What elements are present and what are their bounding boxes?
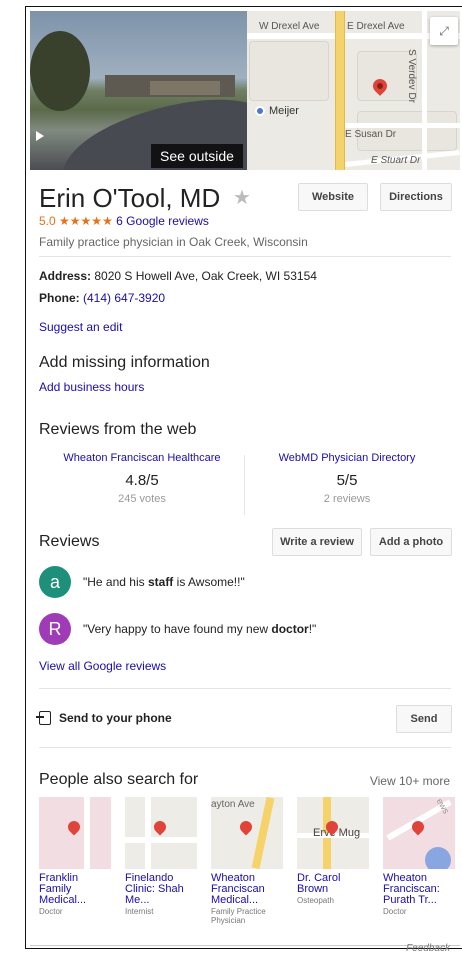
related-place-map: Erve Mug (297, 797, 369, 869)
web-reviews-title: Reviews from the web (39, 421, 197, 438)
meijer-place-icon (255, 106, 265, 116)
tree (30, 31, 90, 111)
knowledge-panel: See outside W Drexel Ave E Drexel Ave S … (25, 6, 462, 949)
directions-button[interactable]: Directions (380, 183, 452, 211)
missing-info-title: Add missing information (39, 354, 210, 371)
phone-link[interactable]: (414) 647-3920 (83, 291, 165, 305)
related-place-type: Doctor (383, 907, 407, 916)
related-place-name: Wheaton Franciscan: Purath Tr... (383, 872, 440, 906)
related-place-tile[interactable]: ews Wheaton Franciscan: Purath Tr... Docto… (383, 797, 455, 916)
avatar: R (39, 613, 71, 645)
related-place-name: Finelando Clinic: Shah Me... (125, 872, 184, 906)
map-label-verdev: S Verdev Dr (406, 49, 417, 103)
web-review-score: 5/5 (336, 472, 358, 489)
add-photo-button[interactable]: Add a photo (370, 528, 452, 556)
see-outside-button[interactable]: See outside (151, 144, 243, 168)
rating-line: 5.0 ★★★★★ 6 Google reviews (39, 214, 209, 228)
map-label: ayton Ave (211, 799, 255, 810)
address-row: Address: 8020 S Howell Ave, Oak Creek, W… (39, 269, 317, 283)
view-more-link[interactable]: View 10+ more (370, 774, 450, 788)
related-place-name: Franklin Family Medical... (39, 872, 87, 906)
view-all-reviews-link[interactable]: View all Google reviews (39, 659, 166, 673)
location-pin-icon (65, 818, 83, 836)
related-place-tile[interactable]: Erve Mug Dr. Carol Brown Osteopath (297, 797, 369, 905)
review-quote: "He and his staff is Awsome!!" (83, 575, 245, 589)
divider (39, 256, 451, 257)
people-also-search-title: People also search for (39, 771, 199, 788)
related-place-type: Family Practice Physician (211, 907, 266, 925)
map-thumbnail[interactable]: W Drexel Ave E Drexel Ave S Verdev Dr Me… (247, 11, 460, 170)
related-place-map: ews (383, 797, 455, 869)
hero: See outside W Drexel Ave E Drexel Ave S … (30, 11, 460, 170)
send-to-phone-label: Send to your phone (59, 711, 172, 725)
play-icon (36, 131, 44, 141)
web-review-source: WebMD Physician Directory 5/5 2 reviews (247, 452, 447, 505)
web-review-source-name[interactable]: Wheaton Franciscan Healthcare (42, 452, 242, 464)
related-place-type: Osteopath (297, 896, 334, 905)
related-place-type: Internist (125, 907, 154, 916)
feedback-link[interactable]: Feedback (406, 943, 450, 954)
map-block (249, 41, 329, 101)
website-button[interactable]: Website (298, 183, 368, 211)
phone-label: Phone: (39, 291, 80, 305)
related-place-map: ayton Ave (211, 797, 283, 869)
web-review-source-name[interactable]: WebMD Physician Directory (247, 452, 447, 464)
related-place-name: Wheaton Franciscan Medical... (211, 872, 265, 906)
map-water (425, 847, 451, 869)
web-review-score: 4.8/5 (125, 472, 159, 489)
map-label-meijer: Meijer (269, 105, 299, 117)
location-pin-icon (237, 818, 255, 836)
map-label-susan: E Susan Dr (345, 129, 397, 140)
web-review-count: 245 votes (118, 493, 166, 505)
web-review-count: 2 reviews (323, 493, 371, 505)
send-button[interactable]: Send (396, 705, 452, 733)
location-pin-icon (151, 818, 169, 836)
related-place-tile[interactable]: ayton Ave Wheaton Franciscan Medical... Fa… (211, 797, 283, 925)
map-road (247, 33, 460, 39)
divider (39, 747, 451, 748)
write-review-button[interactable]: Write a review (272, 528, 362, 556)
business-category: Family practice physician in Oak Creek, … (39, 235, 308, 249)
rating-stars-icon: ★★★★★ (59, 214, 113, 228)
street-view-photo[interactable]: See outside (30, 11, 247, 170)
review-quote: "Very happy to have found my new doctor!… (83, 622, 317, 636)
address-value: 8020 S Howell Ave, Oak Creek, WI 53154 (94, 269, 317, 283)
rating-value: 5.0 (39, 214, 56, 228)
address-label: Address: (39, 269, 92, 283)
suggest-edit-link[interactable]: Suggest an edit (39, 320, 122, 334)
related-place-map (125, 797, 197, 869)
map-road (422, 11, 427, 170)
building-roof (150, 81, 220, 95)
column-divider (244, 455, 245, 515)
related-place-tile[interactable]: Franklin Family Medical... Doctor (39, 797, 111, 916)
reviews-title: Reviews (39, 533, 100, 550)
related-place-map (39, 797, 111, 869)
highway (335, 11, 345, 170)
web-review-source: Wheaton Franciscan Healthcare 4.8/5 245 … (42, 452, 242, 505)
divider (30, 945, 460, 946)
avatar: a (39, 566, 71, 598)
map-label-stuart: E Stuart Dr (371, 155, 421, 166)
map-label-drexel-e: E Drexel Ave (347, 21, 405, 32)
google-reviews-link[interactable]: 6 Google reviews (116, 214, 209, 228)
expand-icon[interactable]: ⤢ (430, 17, 458, 45)
map-road (345, 123, 460, 128)
send-to-phone-icon (36, 711, 51, 725)
save-star-icon[interactable]: ★ (233, 185, 251, 210)
phone-row: Phone: (414) 647-3920 (39, 291, 165, 305)
map-label-drexel-w: W Drexel Ave (259, 21, 320, 32)
add-hours-link[interactable]: Add business hours (39, 380, 144, 394)
divider (39, 688, 451, 689)
related-place-tile[interactable]: Finelando Clinic: Shah Me... Internist (125, 797, 197, 916)
business-name: Erin O'Tool, MD (39, 183, 221, 213)
related-place-type: Doctor (39, 907, 63, 916)
related-place-name: Dr. Carol Brown (297, 872, 341, 895)
